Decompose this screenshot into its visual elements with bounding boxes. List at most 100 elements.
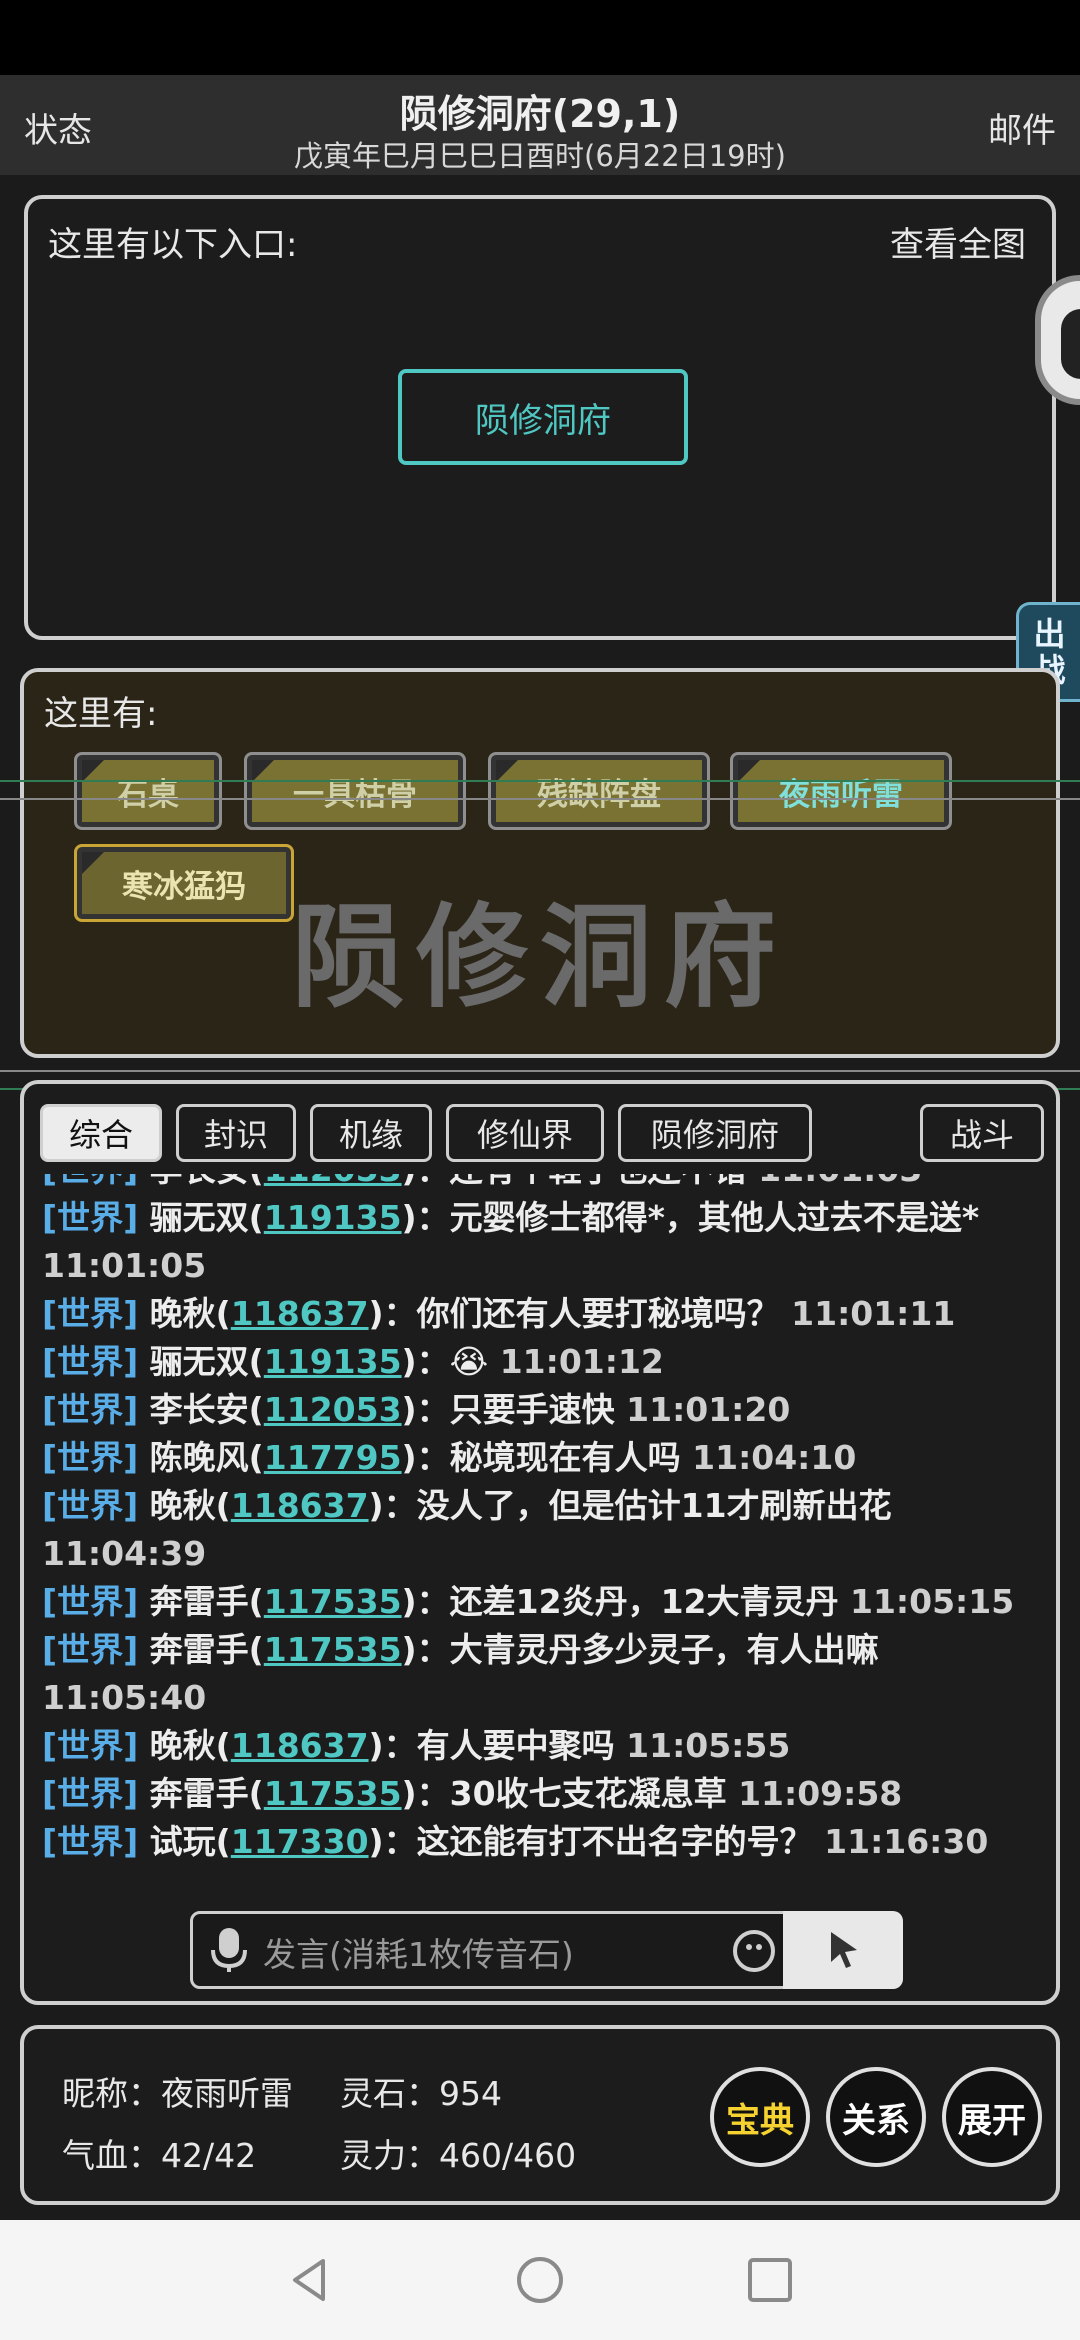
tab-location[interactable]: 陨修洞府 bbox=[618, 1104, 812, 1162]
message-time: 11:05:40 bbox=[42, 1678, 207, 1717]
chat-panel: 综合 封识 机缘 修仙界 陨修洞府 战斗 [世界] 李长安(112053)：还有… bbox=[20, 1080, 1060, 2005]
here-label: 这里有: bbox=[44, 694, 158, 734]
user-name[interactable]: 奔雷手 bbox=[150, 1774, 249, 1813]
user-id-link[interactable]: 118637 bbox=[231, 1726, 369, 1765]
tab-cultivation-world[interactable]: 修仙界 bbox=[446, 1104, 604, 1162]
user-id-link[interactable]: 117535 bbox=[264, 1774, 402, 1813]
user-id-link[interactable]: 119135 bbox=[264, 1342, 402, 1381]
home-icon[interactable] bbox=[515, 2255, 565, 2305]
user-id-link[interactable]: 118637 bbox=[231, 1486, 369, 1525]
expand-button[interactable]: 展开 bbox=[942, 2067, 1042, 2167]
chat-messages[interactable]: [世界] 李长安(112053)：还有个鞋子也还不错 11:01:03 [世界]… bbox=[42, 1174, 1042, 1964]
message-time: 11:16:30 bbox=[824, 1822, 989, 1861]
spirit-stone-label: 灵石： bbox=[340, 2074, 439, 2113]
chat-input-placeholder[interactable]: 发言(消耗1枚传音石) bbox=[263, 1928, 574, 1976]
object-item[interactable]: 一具枯骨 bbox=[244, 752, 466, 830]
user-id-link[interactable]: 119135 bbox=[264, 1198, 402, 1237]
spirit-stone-value: 954 bbox=[439, 2074, 502, 2113]
top-header: 状态 陨修洞府(29,1) 戊寅年巳月巳巳日酉时(6月22日19时) 邮件 bbox=[0, 75, 1080, 175]
tab-fortune[interactable]: 机缘 bbox=[310, 1104, 432, 1162]
user-id-link[interactable]: 117795 bbox=[264, 1438, 402, 1477]
user-name[interactable]: 李长安 bbox=[150, 1174, 249, 1189]
monster-item[interactable]: 寒冰猛犸 bbox=[74, 844, 294, 922]
user-name[interactable]: 李长安 bbox=[150, 1390, 249, 1429]
user-id-link[interactable]: 117535 bbox=[264, 1630, 402, 1669]
player-item[interactable]: 夜雨听雷 bbox=[730, 752, 952, 830]
user-id-link[interactable]: 117535 bbox=[264, 1582, 402, 1621]
chat-message: [世界] 奔雷手(117535)：大青灵丹多少灵子，有人出嘛 11:05:40 bbox=[42, 1630, 879, 1717]
channel-tag[interactable]: [世界] bbox=[42, 1390, 138, 1429]
microphone-icon[interactable] bbox=[207, 1926, 251, 1974]
chat-message: [世界] 李长安(112053)：还有个鞋子也还不错 11:01:03 bbox=[42, 1174, 1042, 1194]
mp-value: 460/460 bbox=[439, 2136, 577, 2175]
user-name[interactable]: 骊无双 bbox=[150, 1342, 249, 1381]
entrances-panel: 这里有以下入口: 查看全图 陨修洞府 bbox=[24, 195, 1056, 640]
message-time: 11:04:39 bbox=[42, 1534, 207, 1573]
guide-line bbox=[0, 780, 1080, 782]
tab-general[interactable]: 综合 bbox=[40, 1104, 162, 1162]
user-name[interactable]: 奔雷手 bbox=[150, 1582, 249, 1621]
message-time: 11:09:58 bbox=[738, 1774, 903, 1813]
object-item[interactable]: 石桌 bbox=[74, 752, 222, 830]
message-text: ：还有个鞋子也还不错 bbox=[417, 1174, 747, 1189]
channel-tag[interactable]: [世界] bbox=[42, 1822, 138, 1861]
message-text: ：你们还有人要打秘境吗？ bbox=[383, 1294, 780, 1333]
send-button[interactable] bbox=[783, 1911, 903, 1989]
channel-tag[interactable]: [世界] bbox=[42, 1174, 138, 1189]
channel-tag[interactable]: [世界] bbox=[42, 1198, 138, 1237]
tab-seal[interactable]: 封识 bbox=[176, 1104, 296, 1162]
chat-message: [世界] 晚秋(118637)：没人了，但是估计11才刷新出花 11:04:39 bbox=[42, 1486, 892, 1573]
relations-button[interactable]: 关系 bbox=[826, 2067, 926, 2167]
user-id-link[interactable]: 118637 bbox=[231, 1294, 369, 1333]
view-full-map-link[interactable]: 查看全图 bbox=[890, 217, 1026, 266]
user-name[interactable]: 晚秋 bbox=[150, 1726, 216, 1765]
chat-message: [世界] 骊无双(119135)：元婴修士都得*，其他人过去不是送* 11:01… bbox=[42, 1198, 980, 1285]
message-time: 11:04:10 bbox=[692, 1438, 857, 1477]
channel-tag[interactable]: [世界] bbox=[42, 1294, 138, 1333]
game-time: 戊寅年巳月巳巳日酉时(6月22日19时) bbox=[294, 139, 786, 173]
mp-label: 灵力： bbox=[340, 2136, 439, 2175]
user-id-link[interactable]: 117330 bbox=[231, 1822, 369, 1861]
player-label: 夜雨听雷 bbox=[738, 760, 944, 822]
chat-input[interactable]: 发言(消耗1枚传音石) bbox=[190, 1911, 903, 1989]
monster-label: 寒冰猛犸 bbox=[82, 852, 286, 914]
user-name[interactable]: 试玩 bbox=[150, 1822, 216, 1861]
user-name[interactable]: 晚秋 bbox=[150, 1294, 216, 1333]
nickname-row: 昵称：夜雨听雷 bbox=[62, 2067, 293, 2115]
handbook-button[interactable]: 宝典 bbox=[710, 2067, 810, 2167]
system-nav-bar bbox=[0, 2220, 1080, 2340]
recents-icon[interactable] bbox=[745, 2255, 795, 2305]
chat-message: [世界] 李长安(112053)：只要手速快 11:01:20 bbox=[42, 1390, 791, 1429]
user-name[interactable]: 晚秋 bbox=[150, 1486, 216, 1525]
channel-tag[interactable]: [世界] bbox=[42, 1486, 138, 1525]
chat-message: [世界] 晚秋(118637)：有人要中聚吗 11:05:55 bbox=[42, 1726, 791, 1765]
emoji-icon[interactable] bbox=[733, 1930, 775, 1972]
mail-button[interactable]: 邮件 bbox=[988, 103, 1056, 152]
entrance-button[interactable]: 陨修洞府 bbox=[398, 369, 688, 465]
message-text: ：这还能有打不出名字的号？ bbox=[383, 1822, 813, 1861]
channel-tag[interactable]: [世界] bbox=[42, 1726, 138, 1765]
hp-label: 气血： bbox=[62, 2136, 161, 2175]
entrances-label: 这里有以下入口: bbox=[48, 225, 298, 265]
channel-tag[interactable]: [世界] bbox=[42, 1342, 138, 1381]
message-time: 11:01:03 bbox=[758, 1174, 922, 1189]
spirit-stone-row: 灵石：954 bbox=[340, 2067, 502, 2115]
chat-message: [世界] 陈晚风(117795)：秘境现在有人吗 11:04:10 bbox=[42, 1438, 857, 1477]
user-name[interactable]: 陈晚风 bbox=[150, 1438, 249, 1477]
object-item[interactable]: 残缺阵盘 bbox=[488, 752, 710, 830]
message-time: 11:01:11 bbox=[791, 1294, 956, 1333]
message-time: 11:01:05 bbox=[42, 1246, 207, 1285]
message-text: ：只要手速快 bbox=[416, 1390, 615, 1429]
user-name[interactable]: 骊无双 bbox=[150, 1198, 249, 1237]
nickname-label: 昵称： bbox=[62, 2074, 161, 2113]
channel-tag[interactable]: [世界] bbox=[42, 1582, 138, 1621]
back-icon[interactable] bbox=[285, 2255, 335, 2305]
user-id-link[interactable]: 112053 bbox=[264, 1390, 402, 1429]
user-id-link[interactable]: 112053 bbox=[264, 1174, 402, 1189]
channel-tag[interactable]: [世界] bbox=[42, 1774, 138, 1813]
tab-battle[interactable]: 战斗 bbox=[920, 1104, 1044, 1162]
message-text: ：没人了，但是估计11才刷新出花 bbox=[383, 1486, 892, 1525]
user-name[interactable]: 奔雷手 bbox=[150, 1630, 249, 1669]
channel-tag[interactable]: [世界] bbox=[42, 1630, 138, 1669]
channel-tag[interactable]: [世界] bbox=[42, 1438, 138, 1477]
